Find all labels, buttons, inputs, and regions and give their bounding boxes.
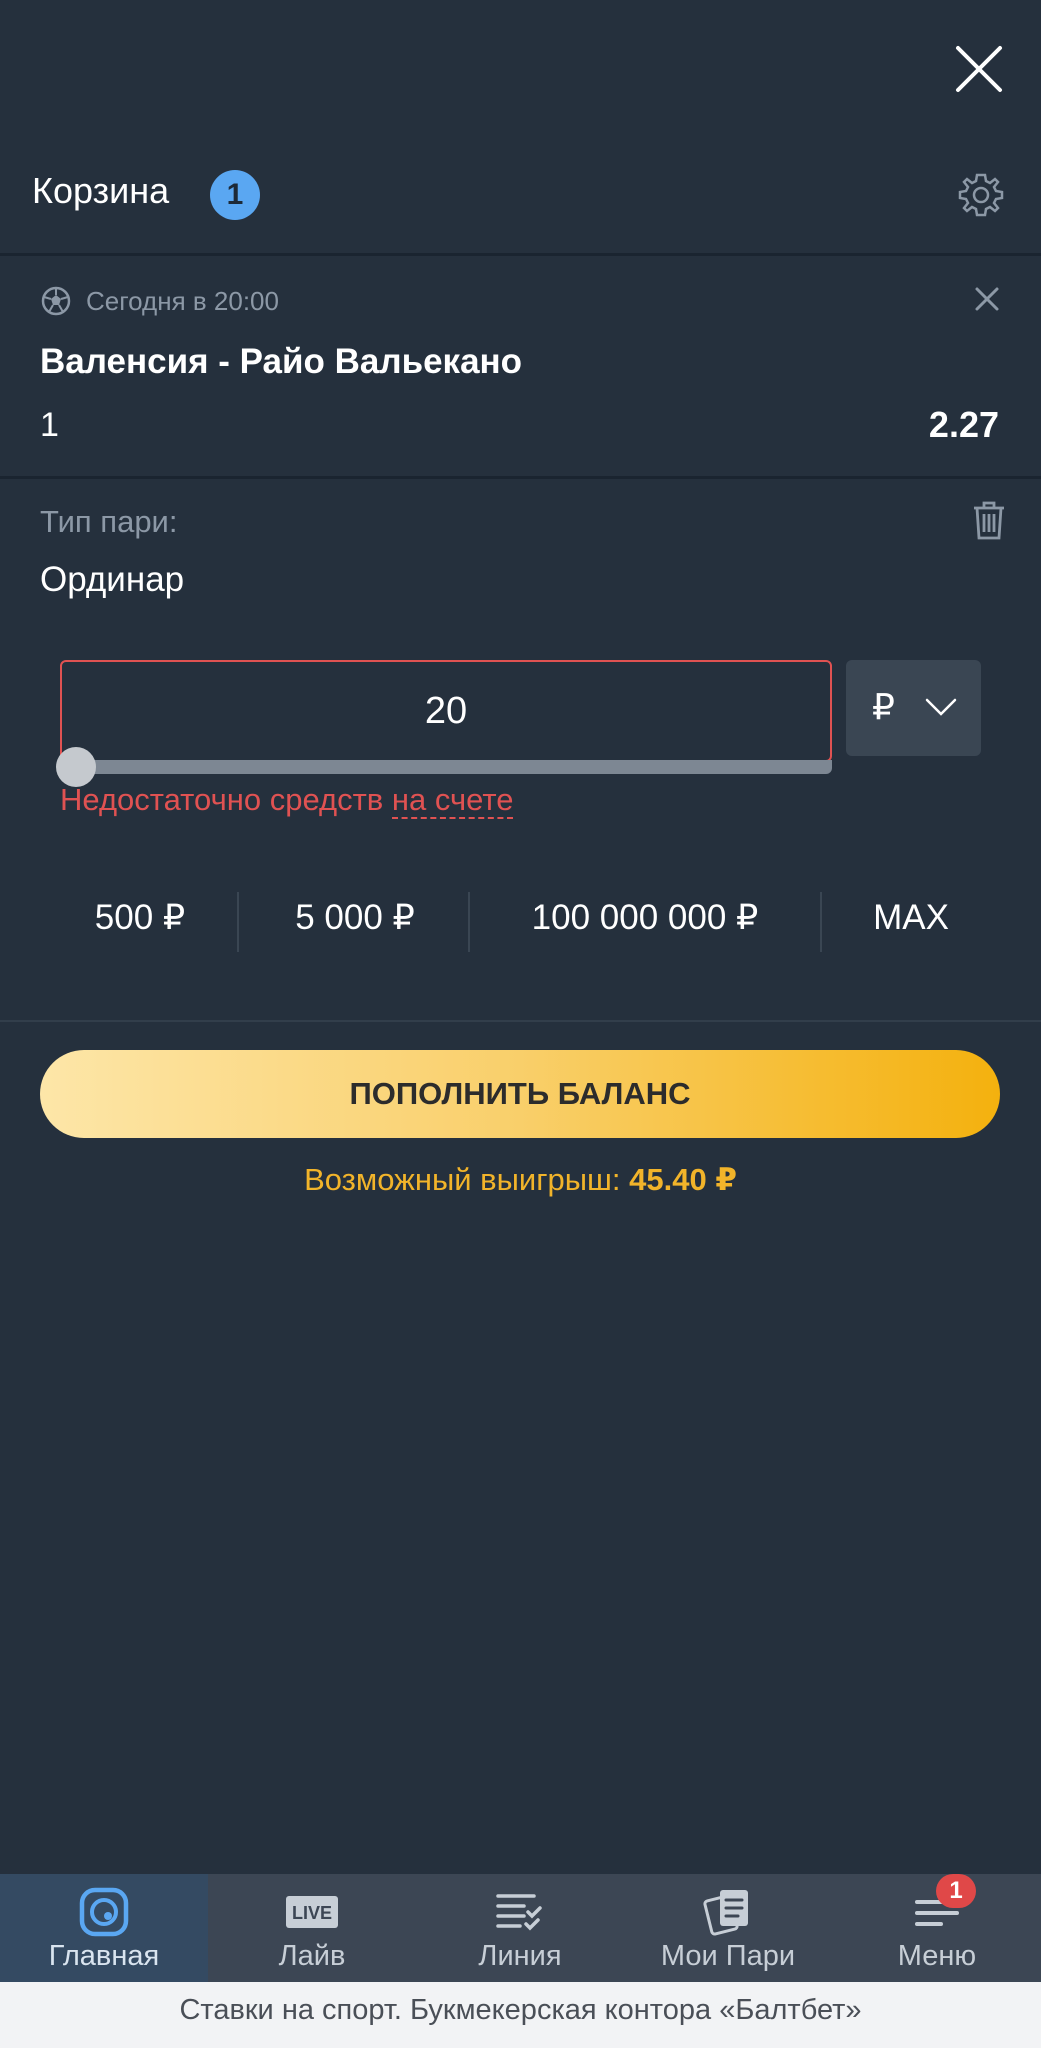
bottom-navigation: Главная LIVE Лайв Линия Мои Пари Меню: [0, 1874, 1041, 1982]
stake-slider[interactable]: [60, 760, 832, 774]
bet-type-label: Тип пари:: [40, 504, 178, 539]
nav-label-menu: Меню: [897, 1940, 977, 1972]
potential-win: Возможный выигрыш: 45.40 ₽: [0, 1162, 1041, 1198]
my-bets-icon: [703, 1890, 748, 1936]
quick-amount-max[interactable]: MAX: [822, 898, 1000, 938]
quick-amount-5000[interactable]: 5 000 ₽: [240, 898, 470, 938]
potential-win-value: 45.40 ₽: [629, 1162, 737, 1197]
divider: [0, 1020, 1041, 1022]
currency-select[interactable]: ₽: [846, 660, 981, 756]
event-time: Сегодня в 20:00: [86, 285, 279, 316]
nav-label-line: Линия: [478, 1940, 562, 1972]
account-link[interactable]: на счете: [391, 782, 514, 819]
nav-item-my-bets[interactable]: Мои Пари: [624, 1874, 832, 1982]
betslip-count-badge: 1: [210, 170, 260, 220]
close-icon[interactable]: [952, 42, 1006, 96]
nav-label-my-bets: Мои Пари: [660, 1940, 796, 1972]
event-name: Валенсия - Райо Вальекано: [40, 342, 523, 381]
remove-bet-icon[interactable]: [972, 284, 1002, 314]
bet-event-card: Сегодня в 20:00 Валенсия - Райо Вальекан…: [0, 258, 1041, 476]
menu-notification-badge: 1: [936, 1874, 976, 1908]
stake-value[interactable]: 20: [62, 690, 830, 733]
chevron-down-icon: [925, 698, 957, 716]
event-odds: 2.27: [928, 404, 999, 445]
home-ball-icon: [79, 1887, 129, 1937]
footer-banner: Ставки на спорт. Букмекерская контора «Б…: [0, 1982, 1041, 2048]
nav-item-line[interactable]: Линия: [416, 1874, 624, 1982]
live-icon: LIVE: [286, 1896, 338, 1928]
nav-label-live: Лайв: [278, 1940, 346, 1972]
soccer-ball-icon: [41, 286, 71, 316]
top-up-balance-button[interactable]: ПОПОЛНИТЬ БАЛАНС: [40, 1050, 1000, 1138]
gear-icon[interactable]: [958, 172, 1004, 218]
stake-input[interactable]: 20: [60, 660, 832, 762]
trash-icon[interactable]: [972, 500, 1006, 540]
divider: [0, 476, 1041, 479]
insufficient-funds-error: Недостаточно средств на счете: [60, 782, 514, 819]
nav-item-live[interactable]: LIVE Лайв: [208, 1874, 416, 1982]
quick-amount-500[interactable]: 500 ₽: [40, 898, 240, 938]
divider: [0, 253, 1041, 256]
event-outcome: 1: [40, 406, 59, 444]
divider: [237, 892, 239, 952]
page-title: Корзина: [32, 170, 170, 211]
currency-symbol: ₽: [872, 686, 895, 727]
quick-amount-100000000[interactable]: 100 000 000 ₽: [470, 898, 820, 938]
nav-item-home[interactable]: Главная: [0, 1874, 208, 1982]
quick-amounts: 500 ₽ 5 000 ₽ 100 000 000 ₽ MAX: [40, 888, 1000, 958]
potential-win-label: Возможный выигрыш:: [304, 1162, 630, 1197]
stake-slider-handle[interactable]: [56, 747, 96, 787]
betslip-header: Корзина 1: [0, 150, 1041, 254]
error-text: Недостаточно средств: [60, 782, 392, 817]
bet-type-value: Ординар: [40, 560, 185, 599]
nav-label-home: Главная: [48, 1940, 160, 1972]
live-icon-text: LIVE: [292, 1903, 332, 1923]
line-list-icon: [496, 1894, 542, 1931]
